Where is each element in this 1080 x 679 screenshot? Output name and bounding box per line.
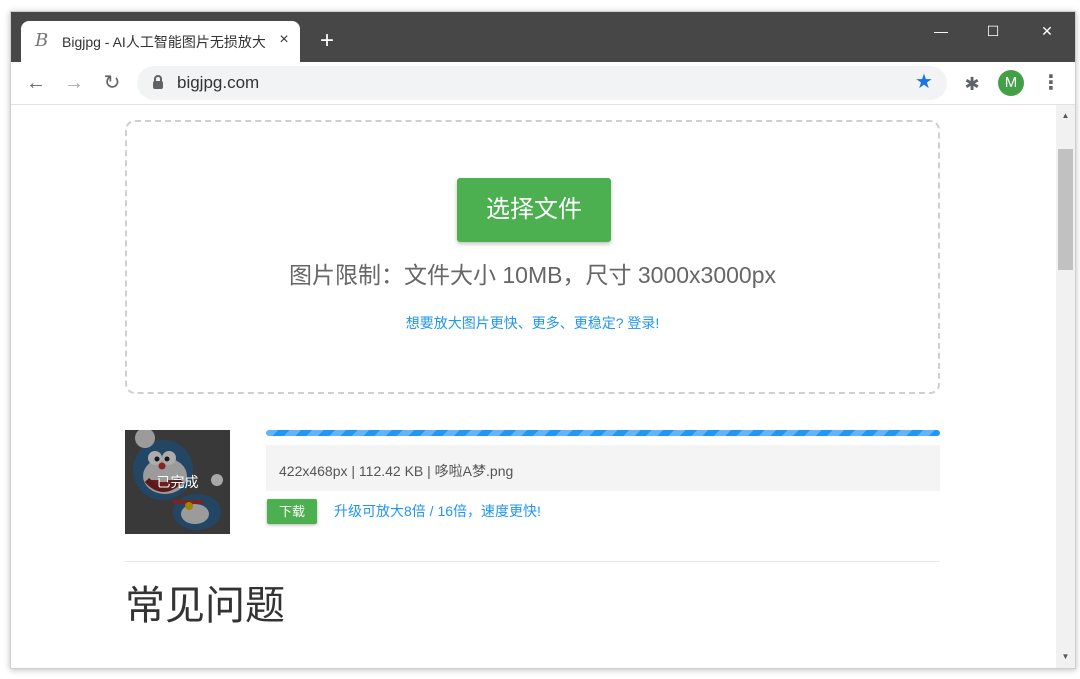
address-bar[interactable]: bigjpg.com ★ — [137, 66, 947, 100]
page-viewport: 选择文件 图片限制：文件大小 10MB，尺寸 3000x3000px 想要放大图… — [11, 105, 1075, 668]
minimize-icon[interactable]: — — [926, 20, 956, 42]
scroll-up-icon[interactable]: ▲ — [1056, 109, 1075, 123]
browser-toolbar: ← → ↻ bigjpg.com ★ ✱ M ⋮ — [11, 62, 1075, 105]
upload-dropzone[interactable]: 选择文件 图片限制：文件大小 10MB，尺寸 3000x3000px 想要放大图… — [125, 120, 940, 394]
login-upgrade-link[interactable]: 想要放大图片更快、更多、更稳定? 登录! — [127, 314, 938, 332]
file-info-text: 422x468px | 112.42 KB | 哆啦A梦.png — [279, 463, 514, 479]
image-thumbnail: 已完成 — [125, 430, 230, 534]
profile-avatar[interactable]: M — [998, 70, 1024, 96]
faq-heading: 常见问题 — [125, 584, 285, 628]
upgrade-link[interactable]: 升级可放大8倍 / 16倍，速度更快! — [334, 502, 541, 520]
download-button[interactable]: 下载 — [267, 499, 317, 524]
maximize-icon[interactable]: ☐ — [978, 20, 1008, 42]
extensions-icon[interactable]: ✱ — [962, 74, 982, 94]
tab-title: Bigjpg - AI人工智能图片无损放大 — [62, 34, 266, 50]
browser-tab[interactable]: B Bigjpg - AI人工智能图片无损放大 × — [21, 21, 300, 62]
upload-limit-text: 图片限制：文件大小 10MB，尺寸 3000x3000px — [289, 262, 776, 288]
progress-bar — [266, 430, 940, 436]
url-text[interactable]: bigjpg.com — [177, 74, 259, 92]
job-status-label: 已完成 — [156, 474, 199, 490]
back-icon[interactable]: ← — [23, 70, 49, 96]
vertical-scrollbar[interactable]: ▲ ▼ — [1056, 105, 1075, 668]
scrollbar-thumb[interactable] — [1058, 149, 1073, 270]
scroll-down-icon[interactable]: ▼ — [1056, 650, 1075, 664]
choose-file-button[interactable]: 选择文件 — [457, 178, 611, 242]
browser-window: B Bigjpg - AI人工智能图片无损放大 × + — ☐ ✕ ← → ↻ … — [10, 11, 1076, 669]
file-info-bar: 422x468px | 112.42 KB | 哆啦A梦.png — [266, 445, 940, 491]
bookmark-star-icon[interactable]: ★ — [915, 71, 933, 93]
lock-icon[interactable] — [153, 75, 163, 89]
reload-icon[interactable]: ↻ — [99, 70, 125, 96]
window-close-icon[interactable]: ✕ — [1032, 20, 1062, 42]
bigjpg-favicon-icon: B — [35, 30, 49, 51]
tab-close-icon[interactable]: × — [274, 30, 294, 50]
title-bar: B Bigjpg - AI人工智能图片无损放大 × + — ☐ ✕ — [11, 12, 1075, 62]
browser-menu-icon[interactable]: ⋮ — [1041, 70, 1061, 96]
section-divider — [125, 561, 940, 562]
forward-icon[interactable]: → — [61, 70, 87, 96]
new-tab-icon[interactable]: + — [315, 29, 339, 53]
